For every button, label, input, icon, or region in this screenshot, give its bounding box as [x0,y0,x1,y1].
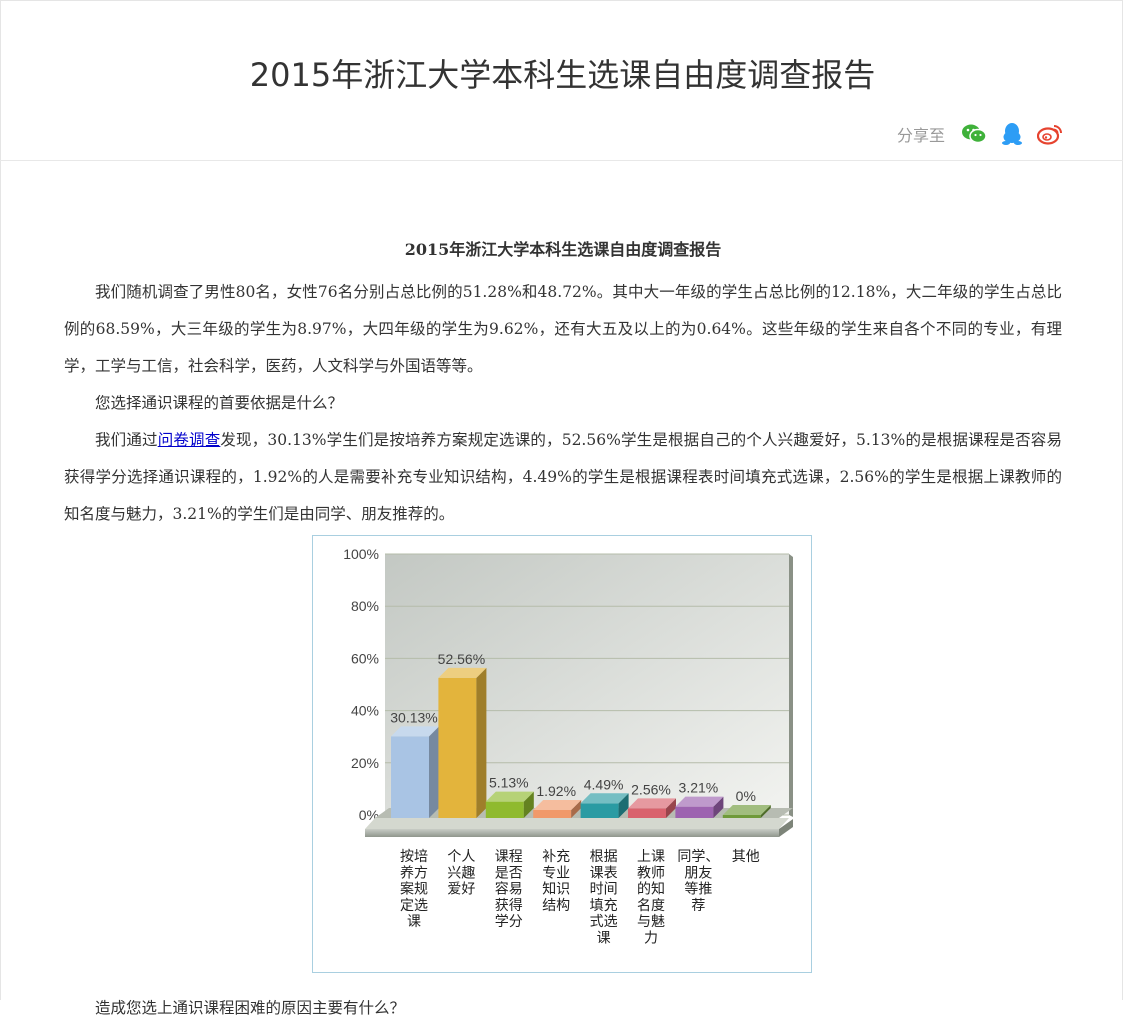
category-label: 课程 [495,849,523,865]
category-label: 养方 [400,865,428,881]
bar [580,803,619,818]
bar [628,808,666,818]
category-label: 力 [644,931,658,947]
bar [438,677,477,818]
category-label: 按培 [400,849,428,865]
category-label: 案规 [400,881,428,898]
category-label: 定选 [400,898,428,914]
bar-chart: 0%20%40%60%80%100%30.13%按培养方案规定选课52.56%个… [343,546,793,947]
category-label: 个人 [447,849,475,865]
category-label: 时间 [590,882,618,898]
question-1: 您选择通识课程的首要依据是什么？ [95,394,344,412]
bar-value-label: 0% [736,788,756,804]
category-label: 根据 [590,849,618,865]
category-label: 专业 [542,865,570,881]
category-label: 教师 [637,865,665,881]
category-label: 课 [597,931,611,947]
category-label: 名度 [637,898,665,914]
category-label: 填充 [590,898,618,914]
bar-value-label: 30.13% [390,709,437,725]
plot-side-wall [789,554,793,817]
category-label: 上课 [637,849,665,865]
bar [391,736,429,818]
category-label: 是否 [495,865,523,881]
y-tick-label: 40% [351,703,379,719]
survey-link[interactable]: 问卷调查 [158,431,221,449]
category-label: 同学、 [677,849,719,865]
category-label: 荐 [691,898,705,914]
article-body: 2015年浙江大学本科生选课自由度调查报告 我们随机调查了男性80名，女性76名… [64,236,1062,533]
share-label: 分享至 [896,126,945,145]
findings-prefix: 我们通过 [95,431,158,449]
question-2: 造成您选上通识课程困难的原因主要有什么？ [95,998,406,1017]
category-label: 补充 [542,849,570,865]
wechat-icon[interactable] [961,123,987,145]
bar-value-label: 52.56% [438,651,485,667]
bar-value-label: 3.21% [679,780,719,796]
bar-value-label: 4.49% [584,776,624,792]
plot-floor [365,818,789,829]
y-tick-label: 80% [351,598,379,614]
category-label: 兴趣 [447,865,475,881]
bar-value-label: 2.56% [631,781,671,797]
category-label: 课表 [590,865,618,881]
category-label: 朋友 [684,865,712,881]
bar-side [429,726,439,818]
category-label: 容易 [495,881,523,898]
chart-container: 0% 20% 40% 60% 80% 100% 30.13% 按培 养方 案规 定选课 52.56% 个… [312,535,812,973]
article-title: 2015年浙江大学本科生选课自由度调查报告 [404,240,722,259]
category-label: 与魅 [637,914,665,930]
weibo-icon[interactable] [1037,123,1063,145]
bar [722,815,761,818]
bar-side [476,667,487,818]
category-label: 等推 [684,881,712,898]
y-tick-label: 60% [351,650,379,666]
bar-value-label: 1.92% [536,783,576,799]
category-label: 知识 [542,881,570,898]
category-label: 学分 [495,914,523,930]
plot-floor-front [365,829,779,837]
category-label: 爱好 [447,882,475,898]
category-label: 式选 [590,914,618,930]
article-header: 2015年浙江大学本科生选课自由度调查报告 分享至 [0,0,1123,161]
bar [675,806,714,818]
category-label: 结构 [542,898,570,914]
category-label: 课 [407,914,421,930]
category-label: 其他 [732,849,760,865]
paragraph-intro: 我们随机调查了男性80名，女性76名分别占总比例的51.28%和48.72%。其… [64,283,1062,375]
category-label: 获得 [495,897,523,914]
y-tick-label: 100% [343,546,379,562]
page-title: 2015年浙江大学本科生选课自由度调查报告 [249,56,876,94]
qq-icon[interactable] [1001,122,1023,146]
bar-value-label: 5.13% [489,775,529,791]
bar [533,809,572,818]
y-tick-label: 20% [351,755,379,771]
paragraph-findings: 我们通过问卷调查发现，30.13%学生们是按培养方案规定选课的，52.56%学生… [64,422,1062,533]
category-label: 的知 [637,881,665,898]
share-bar: 分享至 [897,122,1063,146]
bar [485,801,524,818]
